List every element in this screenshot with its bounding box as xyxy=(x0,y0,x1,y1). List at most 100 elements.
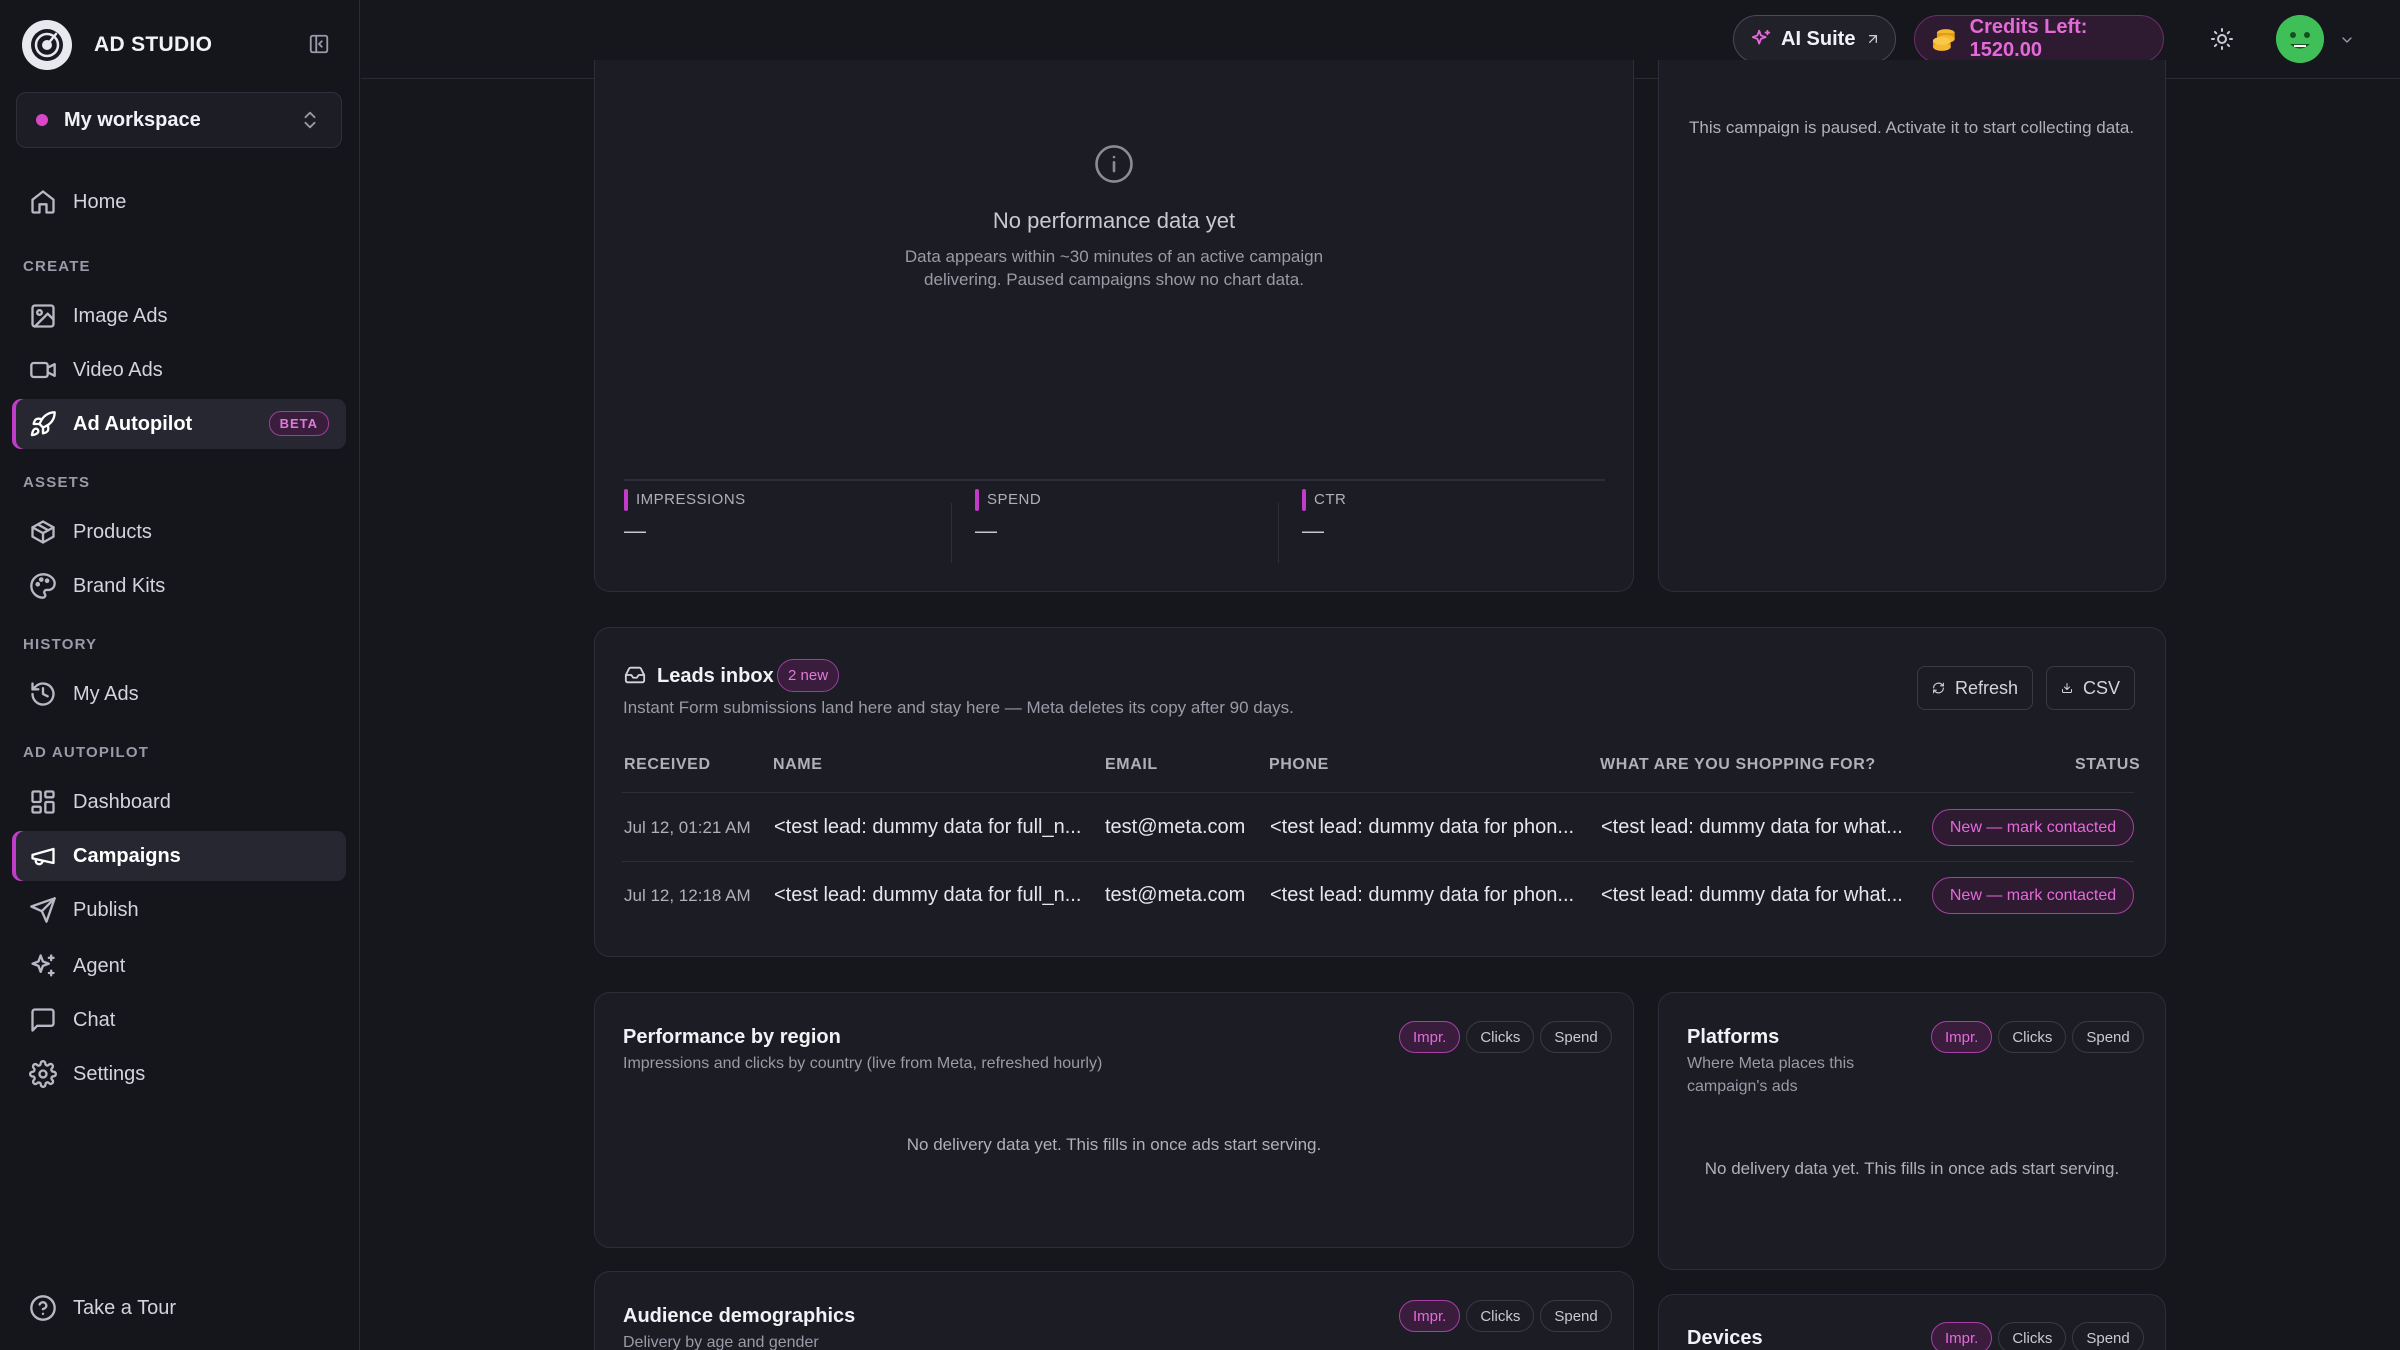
divider xyxy=(622,792,2134,793)
avatar-face-icon xyxy=(2276,15,2324,63)
metric-name: IMPRESSIONS xyxy=(636,491,746,508)
refresh-icon xyxy=(1933,682,1944,694)
sidebar-item-home[interactable]: Home xyxy=(12,177,346,227)
sidebar-item-label: My Ads xyxy=(73,682,139,705)
avatar[interactable] xyxy=(2276,15,2324,63)
image-icon xyxy=(31,304,55,328)
sidebar-item-label: Image Ads xyxy=(73,304,168,327)
sidebar-item-label: Brand Kits xyxy=(73,574,166,597)
lead-received: Jul 12, 01:21 AM xyxy=(624,818,751,837)
platforms-title: Platforms xyxy=(1687,1026,1780,1048)
credits-label: Credits Left: 1520.00 xyxy=(1969,16,2088,61)
lead-email: test@meta.com xyxy=(1105,884,1246,906)
platforms-metric-toggle: Impr. Clicks Spend xyxy=(1931,1021,2144,1053)
sparkles-icon xyxy=(1751,29,1771,45)
mark-contacted-button[interactable]: New — mark contacted xyxy=(1932,877,2134,914)
lead-name: <test lead: dummy data for full_n... xyxy=(774,816,1082,838)
sidebar-item-publish[interactable]: Publish xyxy=(12,885,346,935)
sidebar-item-label: Take a Tour xyxy=(73,1296,177,1319)
sidebar-item-label: Chat xyxy=(73,1008,116,1031)
toggle-spend[interactable]: Spend xyxy=(1540,1021,1612,1053)
performance-card: No performance data yet Data appears wit… xyxy=(594,60,1634,592)
nav-section-ad-autopilot: AD AUTOPILOT xyxy=(23,744,150,761)
toggle-clicks[interactable]: Clicks xyxy=(1998,1021,2067,1053)
toggle-spend[interactable]: Spend xyxy=(1540,1300,1612,1332)
arrow-up-right-icon xyxy=(1869,35,1878,43)
column-header-name: NAME xyxy=(773,756,823,773)
toggle-clicks[interactable]: Clicks xyxy=(1466,1021,1535,1053)
sidebar-item-settings[interactable]: Settings xyxy=(12,1049,346,1099)
lead-phone: <test lead: dummy data for phon... xyxy=(1270,816,1575,838)
brand[interactable]: AD STUDIO xyxy=(22,20,212,70)
coins-icon xyxy=(1932,29,1955,51)
ai-suite-button[interactable]: AI Suite xyxy=(1733,15,1896,63)
brand-logo-icon xyxy=(22,20,72,70)
toggle-clicks[interactable]: Clicks xyxy=(1466,1300,1535,1332)
refresh-button[interactable]: Refresh xyxy=(1917,666,2033,710)
inbox-icon xyxy=(624,664,646,686)
sidebar-item-dashboard[interactable]: Dashboard xyxy=(12,777,346,827)
sidebar-item-label: Home xyxy=(73,190,127,213)
history-icon xyxy=(31,682,55,706)
region-subtitle: Impressions and clicks by country (live … xyxy=(623,1055,1103,1072)
sidebar-item-label: Publish xyxy=(73,898,139,921)
metric-value: — xyxy=(1302,518,1324,543)
csv-label: CSV xyxy=(2082,677,2120,698)
toggle-spend[interactable]: Spend xyxy=(2072,1021,2144,1053)
campaign-status-card: This campaign is paused. Activate it to … xyxy=(1658,60,2166,592)
video-icon xyxy=(30,361,56,379)
toggle-impressions[interactable]: Impr. xyxy=(1931,1021,1993,1053)
mark-contacted-button[interactable]: New — mark contacted xyxy=(1932,809,2134,846)
toggle-clicks[interactable]: Clicks xyxy=(1998,1322,2067,1350)
platforms-subtitle-line1: Where Meta places this xyxy=(1687,1055,1855,1072)
nav-section-assets: ASSETS xyxy=(23,474,91,491)
sparkles-icon xyxy=(31,954,55,977)
csv-download-button[interactable]: CSV xyxy=(2046,666,2135,710)
platforms-subtitle-line2: campaign's ads xyxy=(1687,1078,1798,1095)
sidebar-item-campaigns[interactable]: Campaigns xyxy=(12,831,346,881)
toggle-impressions[interactable]: Impr. xyxy=(1399,1300,1461,1332)
ai-suite-label: AI Suite xyxy=(1781,27,1856,50)
credits-button[interactable]: Credits Left: 1520.00 xyxy=(1914,15,2164,63)
brand-name: AD STUDIO xyxy=(94,33,213,56)
paused-message: This campaign is paused. Activate it to … xyxy=(1689,118,2135,137)
metric-accent-bar xyxy=(624,489,628,511)
nav-section-history: HISTORY xyxy=(23,636,98,653)
workspace-switcher[interactable]: My workspace xyxy=(16,92,342,148)
palette-icon xyxy=(30,573,56,599)
sidebar-item-products[interactable]: Products xyxy=(12,507,346,557)
megaphone-icon xyxy=(31,847,55,866)
sun-icon[interactable] xyxy=(2210,27,2234,51)
toggle-spend[interactable]: Spend xyxy=(2072,1322,2144,1350)
metric-value: — xyxy=(624,518,646,543)
region-title: Performance by region xyxy=(623,1026,841,1048)
sidebar-item-my-ads[interactable]: My Ads xyxy=(12,669,346,719)
metric-value: — xyxy=(975,518,997,543)
take-a-tour-button[interactable]: Take a Tour xyxy=(12,1283,346,1333)
sidebar-collapse-icon[interactable] xyxy=(308,33,330,55)
sidebar-item-label: Settings xyxy=(73,1062,146,1085)
dashboard-icon xyxy=(31,790,55,814)
sidebar-item-brand-kits[interactable]: Brand Kits xyxy=(12,561,346,611)
divider xyxy=(1278,503,1279,563)
sidebar-item-video-ads[interactable]: Video Ads xyxy=(12,345,346,395)
divider xyxy=(624,479,1605,481)
send-icon xyxy=(30,897,56,923)
sidebar-item-agent[interactable]: Agent xyxy=(12,941,346,991)
divider xyxy=(622,861,2134,862)
gear-icon xyxy=(29,1060,57,1088)
leads-title: Leads inbox xyxy=(657,665,774,687)
home-icon xyxy=(31,190,55,214)
column-header-received: RECEIVED xyxy=(624,756,711,773)
devices-metric-toggle: Impr. Clicks Spend xyxy=(1931,1322,2144,1350)
lead-name: <test lead: dummy data for full_n... xyxy=(774,884,1082,906)
sidebar-item-ad-autopilot[interactable]: Ad Autopilot BETA xyxy=(12,399,346,449)
toggle-impressions[interactable]: Impr. xyxy=(1399,1021,1461,1053)
workspace-name: My workspace xyxy=(64,108,201,131)
lead-received: Jul 12, 12:18 AM xyxy=(624,886,751,905)
toggle-impressions[interactable]: Impr. xyxy=(1931,1322,1993,1350)
chevron-down-icon[interactable] xyxy=(2339,32,2355,48)
sidebar-item-chat[interactable]: Chat xyxy=(12,995,346,1045)
download-icon xyxy=(2061,683,2072,693)
sidebar-item-image-ads[interactable]: Image Ads xyxy=(12,291,346,341)
